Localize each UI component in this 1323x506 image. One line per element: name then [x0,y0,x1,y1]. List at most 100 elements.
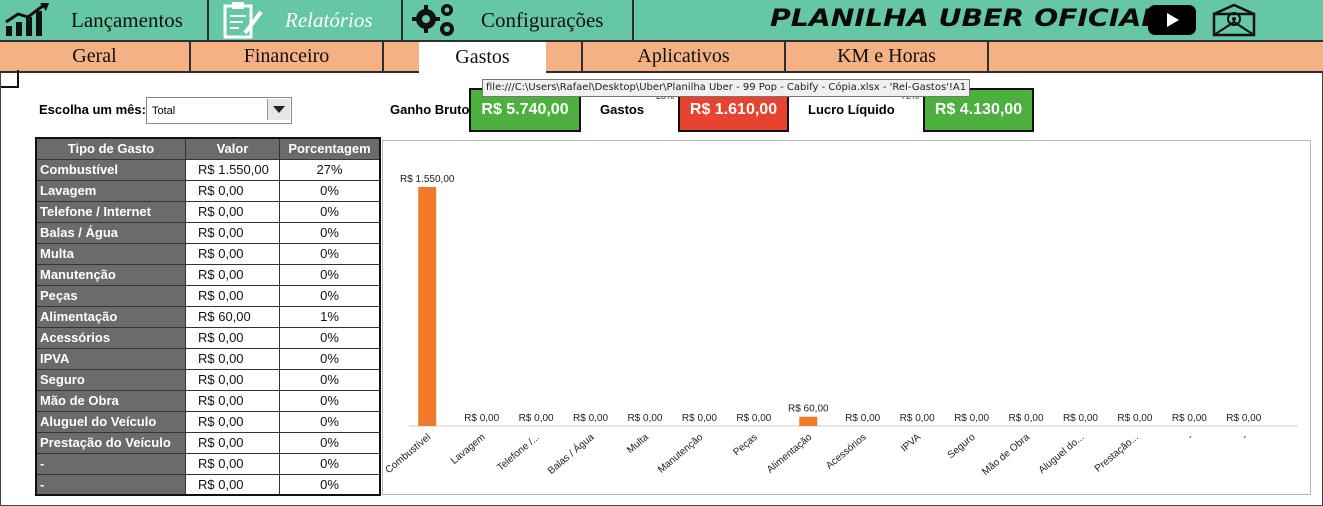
chart-category-label: Alimentação [765,432,815,476]
gastos-label: Gastos [600,102,645,117]
chart-data-label: R$ 0,00 [900,413,935,424]
tab-gastos[interactable]: Gastos [419,42,546,73]
expense-value: R$ 0,00 [185,473,280,496]
expense-value: R$ 0,00 [185,242,280,265]
nav-configuracoes[interactable]: Configurações [403,0,634,40]
expense-name: Acessórios [35,326,186,349]
dropdown-arrow-icon[interactable] [267,99,290,120]
chart-category-label: Acessórios [824,432,869,472]
month-dropdown-value: Total [152,105,176,117]
expense-percent: 0% [279,473,381,496]
chart-category-label: Lavagem [449,432,488,467]
expense-percent: 0% [279,242,381,265]
nav-lancamentos-label: Lançamentos [71,7,183,32]
table-row: Manutenção R$ 0,00 0% [35,263,381,286]
expense-name: - [35,473,186,496]
chart-svg: R$ 1.550,00 Combustível R$ 0,00 Lavagem R$ 0… [384,174,1298,478]
nav-relatorios-label: Relatórios [285,7,373,32]
expense-percent: 0% [279,389,381,412]
expense-name: Telefone / Internet [35,200,186,223]
expense-percent: 0% [279,347,381,370]
chart-data-label: R$ 0,00 [682,413,717,424]
email-button[interactable] [1212,3,1258,42]
lucro-liquido-label: Lucro Líquido [808,102,895,117]
tab-financeiro[interactable]: Financeiro [191,42,384,71]
chart-category-label: Prestação... [1093,432,1141,475]
chart-category-label: Balas / Água [545,430,597,477]
youtube-button[interactable] [1148,5,1196,35]
nav-configuracoes-label: Configurações [481,7,604,32]
chart-data-label: R$ 0,00 [1117,413,1152,424]
chart-data-label: R$ 0,00 [1172,413,1207,424]
expense-percent: 0% [279,410,381,433]
expense-name: Alimentação [35,305,186,328]
expense-value: R$ 60,00 [185,305,280,328]
chart-data-label: R$ 0,00 [1063,413,1098,424]
expense-value: R$ 0,00 [185,431,280,454]
expense-value: R$ 0,00 [185,347,280,370]
expense-value: R$ 0,00 [185,200,280,223]
table-row: - R$ 0,00 0% [35,473,381,496]
expense-value: R$ 0,00 [185,179,280,202]
hyperlink-tooltip: file:///C:\Users\Rafael\Desktop\Uber\Pla… [482,79,971,97]
chart-data-label: R$ 0,00 [1009,413,1044,424]
chart-category-label: Telefone /... [495,432,542,474]
expense-value: R$ 0,00 [185,452,280,475]
expenses-chart: R$ 1.550,00 Combustível R$ 0,00 Lavagem R$ 0… [382,140,1311,495]
gears-icon [412,4,454,36]
chart-data-label: R$ 0,00 [519,413,554,424]
table-row: Multa R$ 0,00 0% [35,242,381,265]
chart-data-label: R$ 60,00 [788,404,829,415]
chart-data-label: R$ 0,00 [954,413,989,424]
expense-name: - [35,452,186,475]
sub-tabs: Geral Financeiro Gastos Aplicativos KM e… [0,42,1323,73]
table-row: Telefone / Internet R$ 0,00 0% [35,200,381,223]
chart-category-label: Multa [625,432,651,456]
expense-name: Lavagem [35,179,186,202]
table-row: Acessórios R$ 0,00 0% [35,326,381,349]
chart-data-label: R$ 1.550,00 [400,174,455,185]
table-row: Peças R$ 0,00 0% [35,284,381,307]
chart-category-label: IPVA [899,432,923,455]
ganho-bruto-label: Ganho Bruto [390,102,470,117]
expense-name: Multa [35,242,186,265]
expense-percent: 27% [279,158,381,181]
expense-value: R$ 0,00 [185,263,280,286]
expense-percent: 0% [279,431,381,454]
top-nav: Lançamentos Relatórios Configurações PLA… [0,0,1323,42]
expense-name: Manutenção [35,263,186,286]
chart-data-label: R$ 0,00 [1226,413,1261,424]
month-label: Escolha um mês: [39,102,146,117]
expense-value: R$ 1.550,00 [185,158,280,181]
expense-name: Peças [35,284,186,307]
chart-category-label: Peças [731,432,759,458]
table-row: Lavagem R$ 0,00 0% [35,179,381,202]
report-clipboard-icon [223,2,263,39]
expense-percent: 1% [279,305,381,328]
tab-aplicativos[interactable]: Aplicativos [583,42,786,71]
expense-percent: 0% [279,263,381,286]
chart-data-label: R$ 0,00 [736,413,771,424]
tab-geral[interactable]: Geral [0,42,191,71]
header-tipo: Tipo de Gasto [35,137,186,160]
expense-percent: 0% [279,368,381,391]
email-icon [1212,3,1256,37]
chart-bar [799,416,818,426]
brand-title: PLANILHA UBER OFICIAL [770,4,1160,32]
table-row: Alimentação R$ 60,00 1% [35,305,381,328]
nav-lancamentos[interactable]: Lançamentos [0,0,209,40]
expense-name: IPVA [35,347,186,370]
expense-value: R$ 0,00 [185,326,280,349]
expense-value: R$ 0,00 [185,284,280,307]
table-row: Mão de Obra R$ 0,00 0% [35,389,381,412]
header-porcentagem: Porcentagem [279,137,381,160]
table-row: IPVA R$ 0,00 0% [35,347,381,370]
nav-relatorios[interactable]: Relatórios [209,0,403,40]
chart-data-label: R$ 0,00 [573,413,608,424]
chart-category-label: Seguro [946,432,978,461]
table-row: Prestação do Veículo R$ 0,00 0% [35,431,381,454]
month-dropdown[interactable]: Total [146,97,292,124]
tab-km-horas[interactable]: KM e Horas [786,42,989,71]
expense-name: Mão de Obra [35,389,186,412]
table-row: - R$ 0,00 0% [35,452,381,475]
